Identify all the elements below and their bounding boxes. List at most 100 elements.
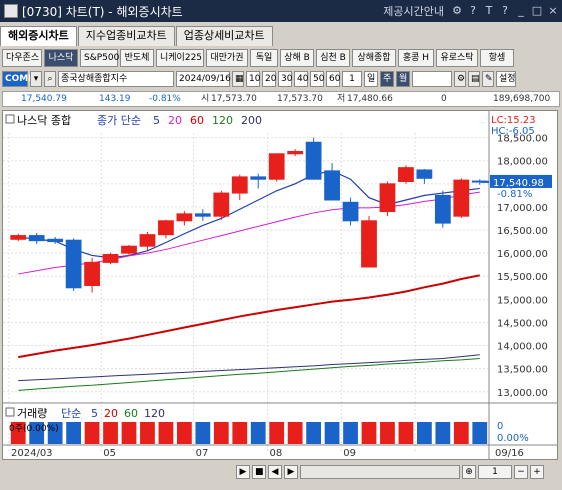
volume-bar: [306, 422, 321, 444]
x-tick-label: 05: [103, 448, 116, 459]
setting-button[interactable]: 설정: [496, 71, 516, 87]
candle-body: [102, 254, 119, 263]
index-name-field: 종국상해종합지수: [58, 71, 174, 87]
index-button[interactable]: 다우존스: [2, 49, 42, 67]
calendar-icon[interactable]: ▦: [232, 71, 244, 87]
period-button[interactable]: 60: [326, 71, 340, 87]
candle-body: [139, 234, 156, 247]
play-icon[interactable]: ▶: [236, 465, 250, 479]
volume-label: 거래량: [17, 407, 47, 420]
index-button[interactable]: 상해종합: [352, 49, 396, 67]
x-tick-label: 07: [196, 448, 209, 459]
tab-strip: 해외증시차트 지수업종비교차트 업종상세비교차트: [0, 26, 562, 46]
volume-bar: [158, 422, 174, 444]
candle-body: [231, 176, 248, 194]
day-button[interactable]: 일: [364, 71, 378, 87]
y-tick-label: 14,000.00: [497, 342, 548, 353]
count-input[interactable]: 1: [342, 71, 362, 87]
index-button[interactable]: 대만가권: [206, 49, 248, 67]
service-notice-link[interactable]: 제공시간안내: [383, 3, 444, 19]
index-button[interactable]: 니케이225: [156, 49, 204, 67]
index-button[interactable]: 독일: [250, 49, 278, 67]
help-icon[interactable]: ?: [466, 4, 480, 18]
period-button[interactable]: 20: [262, 71, 276, 87]
index-button[interactable]: 유로스탁: [436, 49, 478, 67]
volume-bar: [177, 422, 192, 444]
search-icon[interactable]: ⌕: [44, 71, 56, 87]
zoom-out-icon[interactable]: −: [514, 465, 528, 479]
minimize-icon[interactable]: _: [514, 4, 528, 18]
gear-icon[interactable]: ⚙: [450, 4, 464, 18]
candle-body: [176, 213, 193, 222]
candle-body: [416, 169, 433, 179]
text-icon[interactable]: T: [482, 4, 496, 18]
tool-icon[interactable]: ✎: [482, 71, 494, 87]
window-title: [0730] 차트(T) - 해외증시차트: [22, 4, 183, 19]
ma-period-label: 120: [212, 114, 233, 127]
chevron-down-icon[interactable]: ▾: [30, 71, 42, 87]
zoom-icon[interactable]: ⊕: [462, 465, 476, 479]
index-button[interactable]: 항셍: [480, 49, 514, 67]
stop-icon[interactable]: ■: [252, 465, 266, 479]
index-button[interactable]: 심천 B: [316, 49, 350, 67]
volume-bar: [84, 422, 100, 444]
volume-ma-label: 단순: [61, 407, 81, 420]
app-icon: [4, 4, 18, 18]
date-input[interactable]: 2024/09/16: [176, 71, 231, 87]
volume-bar: [103, 422, 118, 444]
lc-label: LC:15.23: [491, 115, 536, 126]
zoom-in-icon[interactable]: +: [530, 465, 544, 479]
volume-bar: [453, 422, 469, 444]
month-button[interactable]: 월: [396, 71, 410, 87]
maximize-icon[interactable]: □: [530, 4, 544, 18]
index-button-row: 다우존스 나스닥 S&P500 반도체 니케이225 대만가권 독일 상해 B …: [0, 49, 562, 69]
index-button[interactable]: 상해 B: [280, 49, 314, 67]
title-bar: [0730] 차트(T) - 해외증시차트 제공시간안내 ⚙ ? T ? _ □…: [0, 0, 562, 22]
candle-body: [10, 235, 27, 240]
period-button[interactable]: 30: [278, 71, 292, 87]
close-icon[interactable]: ×: [546, 4, 560, 18]
ma-label: 종가 단순: [97, 114, 141, 127]
candle-body: [453, 179, 470, 217]
candle-body: [268, 153, 285, 180]
prev-icon[interactable]: ◀: [268, 465, 282, 479]
amount-value: 189,698,700: [493, 94, 551, 104]
candle-body: [434, 194, 451, 224]
blank-field[interactable]: [412, 71, 452, 87]
code-input[interactable]: COMP: [2, 71, 35, 87]
next-icon[interactable]: ▶: [284, 465, 298, 479]
tab-sector-compare[interactable]: 업종상세비교차트: [175, 26, 273, 46]
volume-bar: [380, 422, 395, 444]
volume-bar: [195, 422, 211, 444]
x-tick-label: 2024/03: [11, 448, 53, 459]
chart-scrollbar[interactable]: [300, 465, 460, 479]
volume-value: 0: [441, 94, 447, 104]
last-price-label: 17,540.98: [493, 178, 544, 189]
volume-bar: [213, 422, 229, 444]
candle-body: [121, 245, 137, 254]
grid-icon[interactable]: ▤: [468, 71, 480, 87]
index-button[interactable]: 나스닥: [44, 49, 78, 67]
price-chart-svg[interactable]: 18,500.0018,000.0017,500.0017,000.0016,5…: [3, 111, 557, 459]
chart-area[interactable]: 18,500.0018,000.0017,500.0017,000.0016,5…: [2, 110, 558, 460]
x-tick-label: 09/16: [495, 448, 524, 459]
question-icon[interactable]: ?: [498, 4, 512, 18]
candle-body: [305, 141, 322, 180]
y-tick-label: 16,000.00: [497, 249, 548, 260]
y-tick-label: 16,500.00: [497, 226, 548, 237]
period-button[interactable]: 40: [294, 71, 308, 87]
volume-bar: [417, 422, 432, 444]
index-button[interactable]: 홍콩 H: [398, 49, 434, 67]
index-button[interactable]: 반도체: [120, 49, 154, 67]
candle-body: [379, 183, 396, 213]
period-button[interactable]: 10: [246, 71, 260, 87]
index-button[interactable]: S&P500: [80, 49, 119, 67]
scroll-page[interactable]: 1: [478, 465, 512, 479]
volume-right-top: 0: [497, 421, 503, 432]
tab-overseas-chart[interactable]: 해외증시차트: [0, 26, 77, 46]
week-button[interactable]: 주: [380, 71, 394, 87]
settings-gear-icon[interactable]: ⚙: [454, 71, 466, 87]
tab-index-compare[interactable]: 지수업종비교차트: [77, 26, 175, 46]
candle-body: [361, 220, 377, 268]
period-button[interactable]: 50: [310, 71, 324, 87]
